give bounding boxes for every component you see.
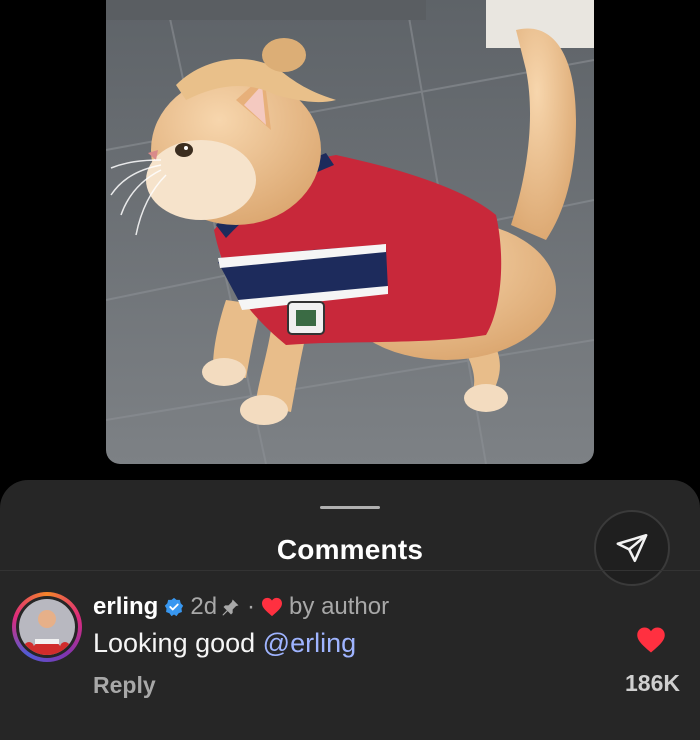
verified-badge-icon (165, 597, 184, 617)
drag-handle[interactable] (320, 506, 380, 509)
comment-time: 2d (190, 593, 218, 620)
reply-button[interactable]: Reply (93, 672, 156, 699)
mention-link[interactable]: @erling (263, 628, 356, 658)
comments-sheet: Comments erling 2d · by author Looking g… (0, 480, 700, 740)
avatar[interactable] (12, 592, 82, 662)
avatar-photo (19, 599, 75, 655)
post-image[interactable] (106, 0, 594, 464)
sheet-divider (0, 570, 700, 571)
heart-icon[interactable] (636, 626, 666, 654)
comment-username[interactable]: erling (93, 593, 158, 621)
comment-text: Looking good @erling (93, 628, 356, 659)
meta-separator: · (247, 593, 256, 620)
liked-by-author-label: by author (289, 593, 390, 620)
comment-body: Looking good (93, 628, 263, 658)
pin-icon (222, 599, 239, 616)
author-heart-icon (262, 597, 283, 617)
share-button[interactable] (594, 510, 670, 586)
like-count: 186K (625, 670, 680, 696)
send-icon (616, 533, 648, 563)
comment-meta: erling 2d · by author (93, 592, 389, 622)
